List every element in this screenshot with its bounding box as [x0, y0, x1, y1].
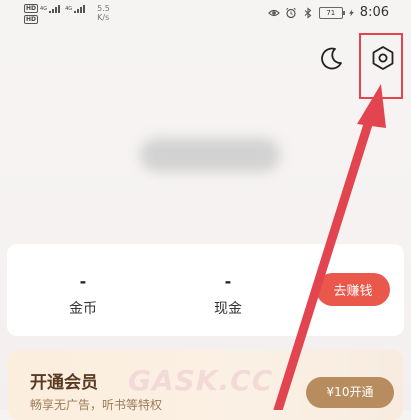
coins-label: 金币 [69, 301, 97, 317]
bluetooth-icon [304, 6, 312, 19]
cash-label: 现金 [214, 301, 242, 317]
status-bar: HD 4G 4G HD 5.5 K/s 71 8:06 [0, 0, 411, 26]
sim2-network-type: 4G [65, 5, 73, 12]
vip-subscribe-button[interactable]: ¥10开通 [306, 377, 394, 408]
network-speed-unit: K/s [97, 13, 110, 22]
clock: 8:06 [359, 5, 389, 20]
annotation-arrow [273, 84, 386, 410]
earn-money-button[interactable]: 去赚钱 [316, 273, 390, 306]
eye-icon [267, 9, 280, 16]
sim2-signal-bars-icon [74, 4, 86, 13]
sim1-network-type: 4G [40, 5, 48, 12]
alarm-icon [285, 7, 296, 18]
blurred-username [140, 138, 280, 172]
signal-stack: HD 4G 4G HD [24, 4, 86, 24]
moon-icon[interactable] [318, 46, 344, 72]
vip-title: 开通会员 [30, 373, 98, 393]
sim1-signal-bars-icon [49, 4, 61, 13]
coins-value: - [79, 272, 87, 291]
network-speed: 5.5 K/s [97, 4, 110, 22]
charging-bolt-icon [348, 9, 354, 16]
status-bar-right: 71 8:06 [267, 5, 389, 20]
battery-icon: 71 [318, 6, 345, 19]
cash-stat[interactable]: - 现金 [188, 272, 268, 318]
cash-value: - [224, 272, 232, 291]
network-speed-value: 5.5 [97, 4, 110, 13]
sim2-hd-badge: HD [24, 15, 39, 24]
vip-subtitle: 畅享无广告，听书等特权 [30, 398, 163, 412]
settings-highlight-annotation [359, 33, 403, 99]
status-bar-left: HD 4G 4G HD 5.5 K/s [24, 4, 110, 24]
sim2-signal: HD [24, 15, 85, 24]
sim1-hd-badge: HD [24, 4, 39, 13]
site-watermark: GASK.CC [128, 364, 274, 397]
sim1-signal: HD 4G 4G [24, 4, 86, 13]
coins-stat[interactable]: - 金币 [43, 272, 123, 318]
